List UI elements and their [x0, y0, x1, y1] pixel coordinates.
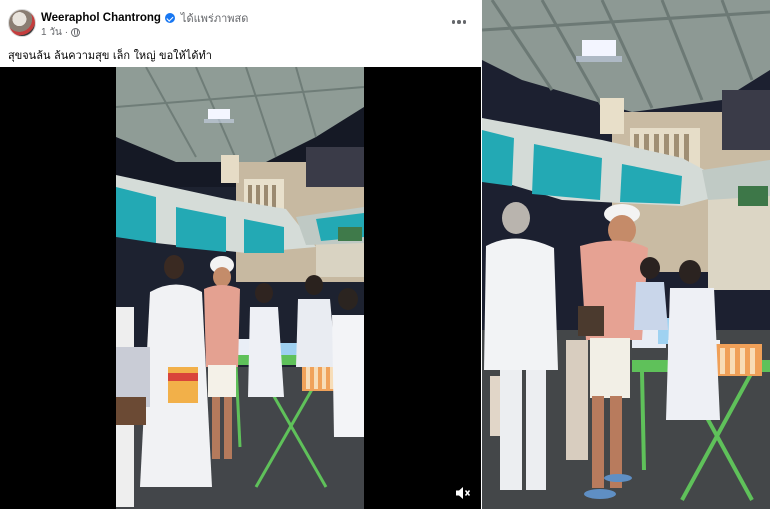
video-player[interactable]	[0, 67, 481, 509]
event-photo-image	[482, 0, 770, 509]
author-row: Weeraphol Chantrong ได้แพร่ภาพสด	[41, 10, 248, 26]
facebook-post: Weeraphol Chantrong ได้แพร่ภาพสด 1 วัน ·…	[0, 0, 481, 509]
post-timestamp[interactable]: 1 วัน	[41, 25, 62, 40]
post-header: Weeraphol Chantrong ได้แพร่ภาพสด 1 วัน ·	[0, 0, 480, 44]
video-scene-image	[116, 67, 364, 509]
more-options-icon[interactable]	[445, 12, 473, 32]
meta-separator: ·	[64, 26, 69, 38]
verified-badge-icon	[164, 13, 175, 23]
author-avatar[interactable]	[8, 9, 36, 37]
live-status-label: ได้แพร่ภาพสด	[180, 13, 249, 25]
speaker-muted-icon[interactable]	[455, 486, 471, 500]
post-meta: 1 วัน ·	[41, 25, 81, 40]
globe-icon[interactable]	[71, 27, 81, 37]
author-name[interactable]: Weeraphol Chantrong	[41, 12, 161, 24]
event-photo	[482, 0, 770, 509]
video-frame	[116, 67, 364, 509]
post-caption: สุขจนล้น ล้นความสุข เล็ก ใหญ่ ขอให้ได้ทำ	[8, 49, 212, 62]
